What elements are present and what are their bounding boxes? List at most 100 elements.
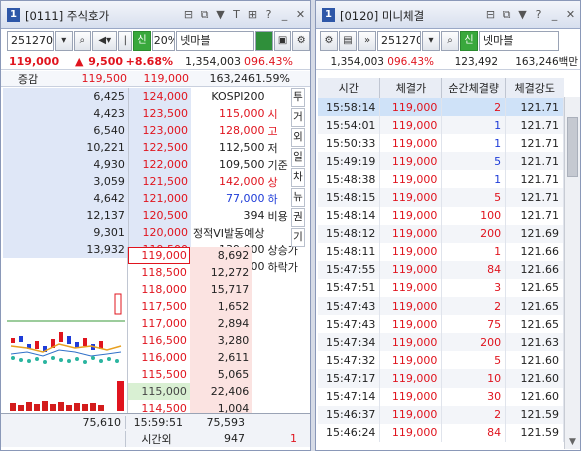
copy-icon[interactable]: ⧉ — [197, 7, 212, 22]
expand-icon[interactable]: » — [358, 31, 376, 51]
close-icon-2[interactable]: ✕ — [563, 7, 578, 22]
bid-price[interactable]: 117,500 — [127, 298, 190, 315]
ask-row[interactable]: 4,423 123,500 — [3, 105, 191, 122]
chart-toggle-icon[interactable] — [255, 31, 273, 51]
trade-row[interactable]: 15:54:01 119,000 1 121.71 — [318, 116, 564, 135]
save-icon[interactable]: ▣ — [273, 31, 292, 51]
bid-price[interactable]: 117,000 — [127, 315, 190, 332]
bid-price[interactable]: 118,500 — [127, 264, 190, 281]
stock-name[interactable]: 넷마블 — [176, 31, 255, 51]
bid-price[interactable]: 116,500 — [127, 332, 190, 349]
minimize-icon[interactable]: _ — [277, 7, 292, 22]
side-tab[interactable]: 뉴 — [291, 188, 305, 207]
ask-row[interactable]: 12,137 120,500 — [3, 207, 191, 224]
ask-price[interactable]: 120,000 — [127, 224, 191, 241]
text-icon[interactable]: T — [229, 7, 244, 22]
search-icon-2[interactable]: ⌕ — [441, 31, 459, 51]
print-icon[interactable]: ▤ — [339, 31, 357, 51]
ask-price[interactable]: 124,000 — [127, 88, 191, 105]
trade-row[interactable]: 15:47:43 119,000 2 121.65 — [318, 297, 564, 316]
bid-price[interactable]: 115,500 — [127, 366, 190, 383]
settings-gear-icon-2[interactable]: ⚙ — [320, 31, 338, 51]
copy-icon-2[interactable]: ⧉ — [499, 7, 514, 22]
speaker-icon[interactable]: ◀▾ — [92, 31, 118, 51]
side-tab[interactable]: 기 — [291, 228, 305, 247]
ask-price[interactable]: 123,500 — [127, 105, 191, 122]
close-icon[interactable]: ✕ — [293, 7, 308, 22]
stock-code-input-2[interactable]: 251270 — [377, 31, 421, 51]
trade-row[interactable]: 15:50:33 119,000 1 121.71 — [318, 134, 564, 153]
help-icon[interactable]: ? — [261, 7, 276, 22]
scrollbar-thumb[interactable] — [567, 117, 578, 177]
trade-scrollbar[interactable]: ▼ — [564, 97, 580, 449]
ask-row[interactable]: 6,540 123,000 — [3, 122, 191, 139]
ask-price[interactable]: 121,000 — [127, 190, 191, 207]
grid-icon[interactable]: ⊞ — [245, 7, 260, 22]
side-tab[interactable]: 차 — [291, 168, 305, 187]
pin-icon-2[interactable]: ▼ — [515, 7, 530, 22]
credit-badge-2[interactable]: 신 — [460, 31, 478, 51]
stock-code-input[interactable]: 251270 — [7, 31, 54, 51]
ask-row[interactable]: 6,425 124,000 — [3, 88, 191, 105]
trade-row[interactable]: 15:47:14 119,000 30 121.60 — [318, 387, 564, 406]
ask-price[interactable]: 120,500 — [127, 207, 191, 224]
trade-row[interactable]: 15:47:55 119,000 84 121.66 — [318, 260, 564, 279]
side-tab[interactable]: 일 — [291, 148, 305, 167]
help-icon-2[interactable]: ? — [531, 7, 546, 22]
trade-row[interactable]: 15:47:51 119,000 3 121.65 — [318, 278, 564, 298]
trade-row[interactable]: 15:49:19 119,000 5 121.71 — [318, 152, 564, 171]
credit-badge[interactable]: 신 — [133, 31, 151, 51]
bid-price[interactable]: 116,000 — [127, 349, 190, 366]
bid-row[interactable]: 119,000 8,692 — [3, 247, 307, 264]
side-tab[interactable]: 투 — [291, 88, 305, 107]
ask-price[interactable]: 123,000 — [127, 122, 191, 139]
ask-row[interactable]: 4,642 121,000 — [3, 190, 191, 207]
bid-price[interactable]: 119,000 — [127, 247, 190, 264]
dropdown-arrow-icon-2[interactable]: ▾ — [422, 31, 440, 51]
col-header-strength[interactable]: 체결강도 — [506, 78, 564, 98]
trade-row[interactable]: 15:48:11 119,000 1 121.66 — [318, 242, 564, 261]
ask-row[interactable]: 4,930 122,000 — [3, 156, 191, 173]
side-tab[interactable]: 외 — [291, 128, 305, 147]
ask-row[interactable]: 10,221 122,500 — [3, 139, 191, 156]
col-header-price[interactable]: 체결가 — [379, 78, 443, 98]
bid-price[interactable]: 115,000 — [127, 383, 190, 400]
ask-qty: 9,301 — [3, 224, 129, 241]
ask-price[interactable]: 122,500 — [127, 139, 191, 156]
side-tab[interactable]: 거 — [291, 108, 305, 127]
trade-row[interactable]: 15:48:14 119,000 100 121.71 — [318, 206, 564, 225]
col-header-time[interactable]: 시간 — [318, 78, 381, 98]
ask-row[interactable]: 3,059 121,500 — [3, 173, 191, 190]
trade-time: 15:47:34 — [318, 333, 381, 352]
link-icon[interactable]: ⊟ — [181, 7, 196, 22]
bid-price[interactable]: 118,000 — [127, 281, 190, 298]
ask-qty: 4,930 — [3, 156, 129, 173]
trade-row[interactable]: 15:47:34 119,000 200 121.63 — [318, 333, 564, 352]
title-bar[interactable]: 1 [0111] 주식호가 ⊟ ⧉ ▼ T ⊞ ? _ ✕ — [1, 1, 310, 29]
trade-row[interactable]: 15:48:12 119,000 200 121.69 — [318, 224, 564, 243]
ask-qty: 10,221 — [3, 139, 129, 156]
trade-time: 15:54:01 — [318, 116, 381, 135]
trade-row[interactable]: 15:46:37 119,000 2 121.59 — [318, 405, 564, 424]
side-tab[interactable]: 권 — [291, 208, 305, 227]
trade-row[interactable]: 15:47:32 119,000 5 121.60 — [318, 351, 564, 370]
ask-row[interactable]: 9,301 120,000 — [3, 224, 191, 241]
ask-price[interactable]: 121,500 — [127, 173, 191, 190]
trade-row[interactable]: 15:47:17 119,000 10 121.60 — [318, 369, 564, 388]
link-icon-2[interactable]: ⊟ — [483, 7, 498, 22]
trade-row[interactable]: 15:47:43 119,000 75 121.65 — [318, 315, 564, 334]
ask-price[interactable]: 122,000 — [127, 156, 191, 173]
trade-row[interactable]: 15:58:14 119,000 2 121.71 — [318, 98, 564, 117]
trade-row[interactable]: 15:48:15 119,000 5 121.71 — [318, 188, 564, 207]
title-bar-2[interactable]: 1 [0120] 미니체결 ⊟ ⧉ ▼ ? _ ✕ — [316, 1, 580, 29]
stock-name-2[interactable]: 넷마블 — [479, 31, 559, 51]
settings-gear-icon[interactable]: ⚙ — [292, 31, 311, 51]
dropdown-arrow-icon[interactable]: ▾ — [54, 31, 73, 51]
scroll-down-icon[interactable]: ▼ — [565, 435, 580, 449]
minimize-icon-2[interactable]: _ — [547, 7, 562, 22]
pin-icon[interactable]: ▼ — [213, 7, 228, 22]
col-header-qty[interactable]: 순간체결량 — [441, 78, 507, 98]
trade-row[interactable]: 15:48:38 119,000 1 121.71 — [318, 170, 564, 189]
search-icon[interactable]: ⌕ — [73, 31, 92, 51]
trade-row[interactable]: 15:46:24 119,000 84 121.59 — [318, 423, 564, 442]
